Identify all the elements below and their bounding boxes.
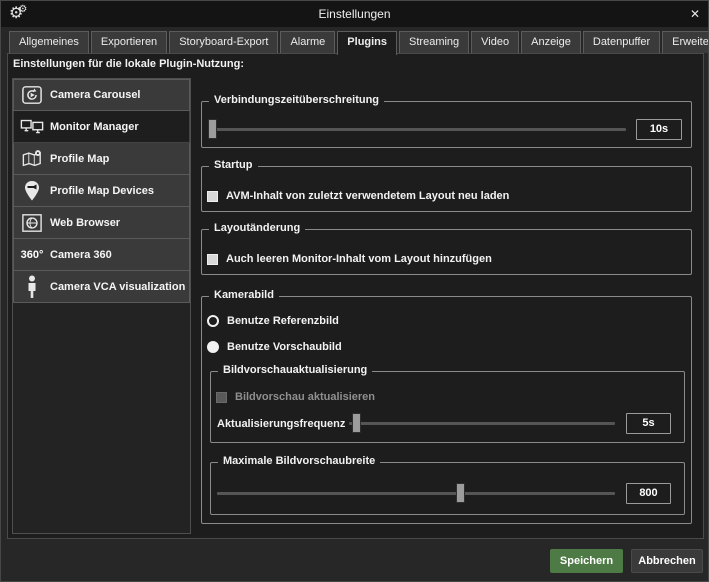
plugins-tab-page: Einstellungen für die lokale Plugin-Nutz… xyxy=(7,53,704,539)
use-reference-image-radio[interactable] xyxy=(207,315,219,327)
tab-plugins[interactable]: Plugins xyxy=(337,31,397,55)
tab-storyboard-export[interactable]: Storyboard-Export xyxy=(169,31,278,53)
frequency-slider[interactable] xyxy=(349,413,615,433)
tab-exportieren[interactable]: Exportieren xyxy=(91,31,167,53)
sidebar-item-label: Camera Carousel xyxy=(50,89,141,101)
page-intro-label: Einstellungen für die lokale Plugin-Nutz… xyxy=(13,58,244,70)
tab-erweitert[interactable]: Erweitert xyxy=(662,31,709,53)
group-max-preview-width: Maximale Bildvorschaubreite 800 xyxy=(210,462,685,515)
tab-bar: Allgemeines Exportieren Storyboard-Expor… xyxy=(9,31,709,54)
sidebar-item-label: Web Browser xyxy=(50,217,120,229)
slider-track xyxy=(217,492,615,495)
radio-label: Benutze Referenzbild xyxy=(227,315,339,327)
titlebar: ⚙⚙ Einstellungen ✕ xyxy=(1,1,708,27)
monitor-manager-icon xyxy=(14,118,50,136)
max-width-slider[interactable] xyxy=(217,483,615,503)
camera-360-icon: 360° xyxy=(14,249,50,261)
sidebar-item-label: Profile Map Devices xyxy=(50,185,154,197)
slider-handle[interactable] xyxy=(456,483,465,503)
profile-map-devices-icon xyxy=(14,180,50,202)
tab-video[interactable]: Video xyxy=(471,31,519,53)
group-preview-update: Bildvorschauaktualisierung Bildvorschau … xyxy=(210,371,685,443)
plugin-list: Camera Carousel Monitor Manager xyxy=(12,78,191,534)
group-legend: Startup xyxy=(209,159,258,171)
sidebar-item-monitor-manager[interactable]: Monitor Manager xyxy=(13,111,190,143)
group-legend: Bildvorschauaktualisierung xyxy=(218,364,372,376)
group-legend: Layoutänderung xyxy=(209,222,305,234)
frequency-value: 5s xyxy=(626,413,671,434)
group-camera-image: Kamerabild Benutze Referenzbild Benutze … xyxy=(201,296,692,524)
group-legend: Kamerabild xyxy=(209,289,279,301)
use-preview-image-radio[interactable] xyxy=(207,341,219,353)
cancel-button[interactable]: Abbrechen xyxy=(631,549,703,573)
empty-monitor-checkbox[interactable] xyxy=(207,254,218,265)
group-legend: Maximale Bildvorschaubreite xyxy=(218,455,380,467)
checkbox-label: AVM-Inhalt von zuletzt verwendetem Layou… xyxy=(226,190,509,202)
profile-map-icon xyxy=(14,149,50,169)
preview-refresh-checkbox xyxy=(216,392,227,403)
person-icon xyxy=(14,275,50,299)
tab-alarme[interactable]: Alarme xyxy=(280,31,335,53)
sidebar-item-camera-360[interactable]: 360° Camera 360 xyxy=(13,239,190,271)
group-layout-change: Layoutänderung Auch leeren Monitor-Inhal… xyxy=(201,229,692,275)
sidebar-item-web-browser[interactable]: Web Browser xyxy=(13,207,190,239)
checkbox-label: Auch leeren Monitor-Inhalt vom Layout hi… xyxy=(226,253,492,265)
timeout-slider[interactable] xyxy=(208,119,626,139)
camera-carousel-icon xyxy=(14,85,50,105)
tab-allgemeines[interactable]: Allgemeines xyxy=(9,31,89,53)
checkbox-label: Bildvorschau aktualisieren xyxy=(235,391,375,403)
tab-anzeige[interactable]: Anzeige xyxy=(521,31,581,53)
radio-label: Benutze Vorschaubild xyxy=(227,341,342,353)
sidebar-item-label: Camera 360 xyxy=(50,249,112,261)
sidebar-item-camera-carousel[interactable]: Camera Carousel xyxy=(13,79,190,111)
web-browser-icon xyxy=(14,213,50,233)
frequency-label: Aktualisierungsfrequenz xyxy=(217,418,345,430)
settings-dialog: ⚙⚙ Einstellungen ✕ Allgemeines Exportier… xyxy=(0,0,709,582)
sidebar-item-label: Camera VCA visualization xyxy=(50,281,185,293)
slider-handle[interactable] xyxy=(352,413,361,433)
save-button[interactable]: Speichern xyxy=(550,549,623,573)
sidebar-item-label: Monitor Manager xyxy=(50,121,139,133)
sidebar-item-profile-map-devices[interactable]: Profile Map Devices xyxy=(13,175,190,207)
slider-track xyxy=(349,422,615,425)
startup-reload-checkbox[interactable] xyxy=(207,191,218,202)
slider-track xyxy=(208,128,626,131)
max-width-value: 800 xyxy=(626,483,671,504)
close-icon[interactable]: ✕ xyxy=(690,1,700,27)
sidebar-item-profile-map[interactable]: Profile Map xyxy=(13,143,190,175)
slider-handle[interactable] xyxy=(208,119,217,139)
window-title: Einstellungen xyxy=(1,1,708,27)
group-connection-timeout: Verbindungszeitüberschreitung 10s xyxy=(201,101,692,148)
tab-datenpuffer[interactable]: Datenpuffer xyxy=(583,31,660,53)
sidebar-item-label: Profile Map xyxy=(50,153,109,165)
sidebar-item-camera-vca[interactable]: Camera VCA visualization xyxy=(13,271,190,303)
group-legend: Verbindungszeitüberschreitung xyxy=(209,94,384,106)
timeout-value: 10s xyxy=(636,119,682,140)
group-startup: Startup AVM-Inhalt von zuletzt verwendet… xyxy=(201,166,692,212)
tab-streaming[interactable]: Streaming xyxy=(399,31,469,53)
